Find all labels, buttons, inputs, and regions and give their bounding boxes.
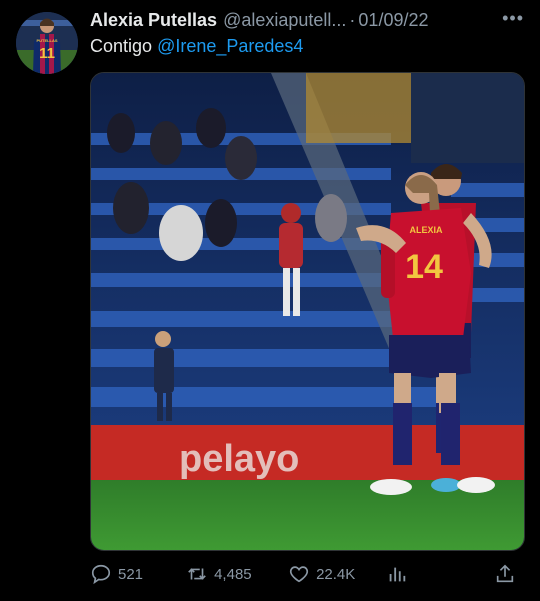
stand-structure xyxy=(306,73,411,143)
jersey-name: ALEXIA xyxy=(409,225,443,235)
retweet-button[interactable]: 4,485 xyxy=(186,563,288,585)
retweet-icon xyxy=(188,568,206,580)
mention-link[interactable]: @Irene_Paredes4 xyxy=(157,36,303,56)
tweet-actions: 521 4,485 22.4K xyxy=(90,560,522,588)
share-icon xyxy=(496,564,514,583)
retweet-count: 4,485 xyxy=(214,565,252,583)
stand-roof xyxy=(411,73,524,163)
tweet-date[interactable]: 01/09/22 xyxy=(358,10,428,31)
heart-icon xyxy=(290,566,309,583)
author-name[interactable]: Alexia Putellas xyxy=(90,10,217,31)
ad-board-text: pelayo xyxy=(179,438,299,480)
photo-scene: pelayo ALEXIA 14 xyxy=(91,73,524,550)
like-button[interactable]: 22.4K xyxy=(288,563,386,585)
more-horizontal-icon[interactable]: ••• xyxy=(502,8,524,29)
avatar-jersey-number: 11 xyxy=(39,45,55,62)
separator: · xyxy=(349,9,356,30)
reply-icon xyxy=(91,564,111,585)
tweet-text-body: Contigo xyxy=(90,36,153,56)
analytics-button[interactable] xyxy=(386,563,494,585)
tweet-text: Contigo @Irene_Paredes4 xyxy=(90,36,303,57)
share-button[interactable] xyxy=(494,563,522,585)
tweet-photo[interactable]: pelayo ALEXIA 14 xyxy=(90,72,525,551)
avatar[interactable]: PUTELLAS 11 xyxy=(16,12,78,74)
tweet[interactable]: PUTELLAS 11 Alexia Putellas @alexiaputel… xyxy=(0,0,540,601)
like-count: 22.4K xyxy=(316,565,356,583)
pitch xyxy=(91,480,524,550)
author-handle[interactable]: @alexiaputell... xyxy=(223,10,346,31)
avatar-photo: PUTELLAS 11 xyxy=(16,12,78,74)
tweet-header: Alexia Putellas @alexiaputell... · 01/09… xyxy=(90,8,524,32)
analytics-icon xyxy=(389,567,406,582)
avatar-jersey-name: PUTELLAS xyxy=(36,38,57,43)
reply-count: 521 xyxy=(118,565,144,583)
reply-button[interactable]: 521 xyxy=(90,563,186,585)
jersey-number: 14 xyxy=(405,248,443,286)
